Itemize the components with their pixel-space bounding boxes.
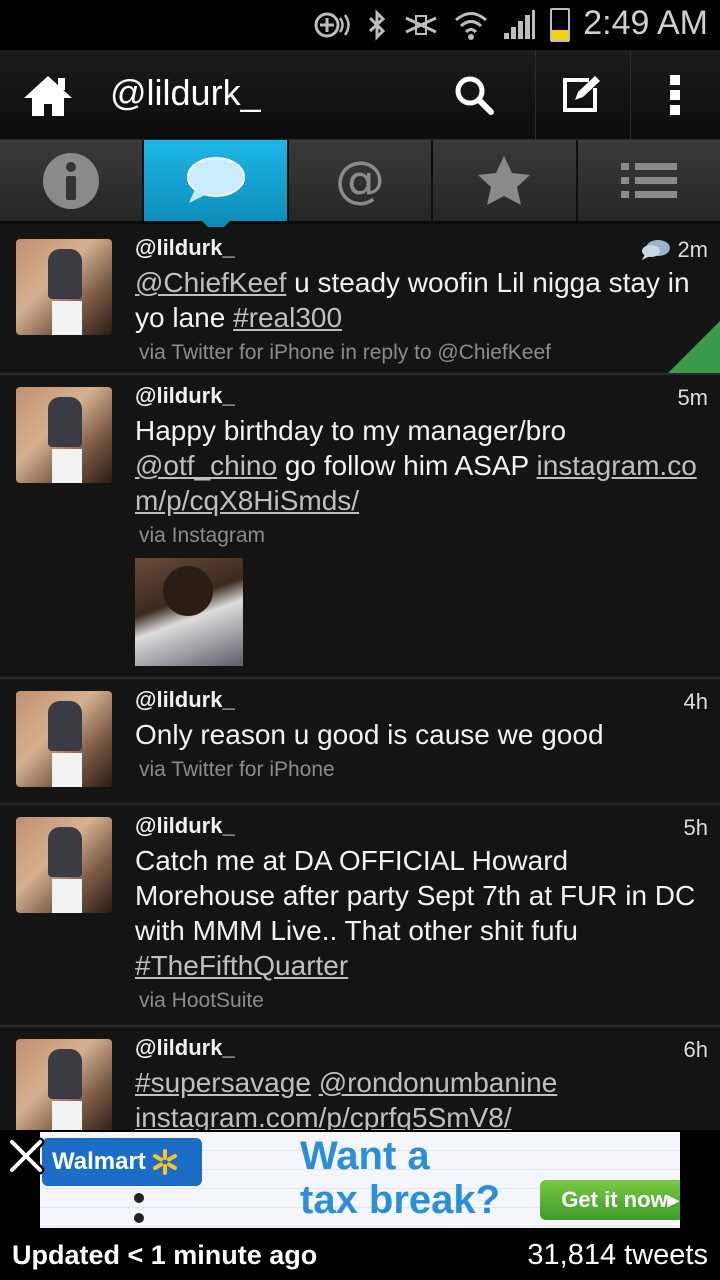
compose-icon xyxy=(562,76,600,112)
tweet-time: 5m xyxy=(677,385,708,411)
tweet-time: 2m xyxy=(641,237,708,263)
ad-headline-line: Want a xyxy=(300,1134,430,1178)
ad-banner[interactable]: Want a tax break? Get it now ▸ Walmart xyxy=(0,1130,720,1230)
tweet-source: via Twitter for iPhone in reply to @Chie… xyxy=(139,341,551,364)
ad-cta-button[interactable]: Get it now ▸ xyxy=(540,1180,680,1220)
tweet-source: via Instagram xyxy=(139,524,266,547)
chevron-right-icon: ▸ xyxy=(667,1187,679,1212)
svg-text:@: @ xyxy=(335,155,385,207)
last-updated-text: Updated < 1 minute ago xyxy=(12,1239,318,1270)
ad-close-button[interactable] xyxy=(6,1136,46,1176)
search-icon xyxy=(455,76,494,115)
info-icon xyxy=(43,152,100,209)
avatar[interactable] xyxy=(16,691,112,787)
tweet-item[interactable]: @lildurk_ 2m @ChiefKeef u steady woofin … xyxy=(0,227,720,375)
close-icon xyxy=(7,1137,45,1175)
tweet-time-text: 4h xyxy=(683,689,708,714)
tweet-handle[interactable]: @lildurk_ xyxy=(135,381,706,409)
mention-link[interactable]: @rondonumbanine xyxy=(319,1067,558,1098)
walmart-logo: Walmart xyxy=(42,1138,202,1186)
overflow-menu-button[interactable] xyxy=(630,50,718,140)
bluetooth-icon xyxy=(368,9,386,41)
home-button[interactable] xyxy=(22,74,74,118)
star-icon xyxy=(478,155,531,205)
list-icon xyxy=(620,162,677,198)
ad-cta-label: Get it now xyxy=(561,1187,668,1212)
tweet-time: 5h xyxy=(684,815,708,841)
spark-icon xyxy=(152,1149,177,1175)
speech-bubble-icon xyxy=(186,156,245,203)
overflow-menu-icon xyxy=(669,75,680,115)
tab-mentions[interactable]: @ xyxy=(289,140,434,221)
tweet-timeline[interactable]: @lildurk_ 2m @ChiefKeef u steady woofin … xyxy=(0,227,720,1130)
tweet-text: @ChiefKeef u steady woofin Lil nigga sta… xyxy=(135,265,706,335)
hashtag-link[interactable]: #TheFifthQuarter xyxy=(135,950,348,981)
action-bar: @lildurk_ xyxy=(0,50,720,140)
url-link[interactable]: instagram.com/p/cprfq5SmV8/ xyxy=(135,1102,512,1130)
tweet-text: Happy birthday to my manager/bro @otf_ch… xyxy=(135,413,706,518)
tweet-count: 31,814 tweets xyxy=(527,1238,708,1271)
tweet-source: via HootSuite xyxy=(139,989,264,1012)
status-icons xyxy=(312,8,570,42)
page-title: @lildurk_ xyxy=(110,72,261,113)
tweet-text-segment: go follow him ASAP xyxy=(277,450,537,481)
tweet-item[interactable]: @lildurk_ 4h Only reason u good is cause… xyxy=(0,679,720,805)
tweet-source: via Twitter for iPhone xyxy=(139,758,335,781)
tweet-text-segment: Catch me at DA OFFICIAL Howard Morehouse… xyxy=(135,845,696,946)
search-button[interactable] xyxy=(430,50,518,140)
tweet-handle[interactable]: @lildurk_ xyxy=(135,685,706,713)
home-icon xyxy=(24,76,72,116)
tweet-time-text: 5h xyxy=(683,815,708,840)
tweet-text-segment xyxy=(311,1067,319,1098)
tweet-handle[interactable]: @lildurk_ xyxy=(135,811,706,839)
tweet-time-text: 2m xyxy=(677,237,708,262)
tweet-item[interactable]: @lildurk_ 5h Catch me at DA OFFICIAL How… xyxy=(0,805,720,1027)
tweet-item[interactable]: @lildurk_ 6h #supersavage @rondonumbanin… xyxy=(0,1027,720,1130)
avatar[interactable] xyxy=(16,239,112,335)
tweet-text-segment: Happy birthday to my manager/bro xyxy=(135,415,567,446)
tab-lists[interactable] xyxy=(578,140,720,221)
notebook-holes xyxy=(130,1192,148,1226)
tweet-time-text: 6h xyxy=(683,1037,708,1062)
brand-name: Walmart xyxy=(52,1148,146,1175)
ad-headline: Want a tax break? xyxy=(300,1134,500,1222)
mute-icon xyxy=(405,15,437,35)
tweet-item[interactable]: @lildurk_ 5m Happy birthday to my manage… xyxy=(0,375,720,679)
reply-corner-indicator xyxy=(668,321,720,373)
tweet-time-text: 5m xyxy=(677,385,708,410)
hashtag-link[interactable]: #supersavage xyxy=(135,1067,311,1098)
hashtag-link[interactable]: #real300 xyxy=(233,302,342,333)
status-footer: Updated < 1 minute ago 31,814 tweets xyxy=(0,1230,720,1280)
tab-favorites[interactable] xyxy=(433,140,578,221)
avatar[interactable] xyxy=(16,387,112,483)
status-bar: 2:49 AM xyxy=(0,0,720,50)
mention-link[interactable]: @otf_chino xyxy=(135,450,277,481)
at-mention-icon: @ xyxy=(335,155,385,207)
tweet-handle[interactable]: @lildurk_ xyxy=(135,1033,706,1061)
signal-icon xyxy=(504,10,535,39)
avatar[interactable] xyxy=(16,1039,112,1130)
photo-thumbnail[interactable] xyxy=(135,558,243,666)
ad-headline-line: tax break? xyxy=(300,1178,501,1222)
battery-icon xyxy=(550,8,570,42)
compose-button[interactable] xyxy=(535,50,623,140)
nfc-icon xyxy=(314,12,350,38)
tab-profile-info[interactable] xyxy=(0,140,145,221)
tweet-time: 6h xyxy=(684,1037,708,1063)
tweet-time: 4h xyxy=(684,689,708,715)
clock: 2:49 AM xyxy=(583,4,708,42)
avatar[interactable] xyxy=(16,817,112,913)
tab-tweets[interactable] xyxy=(144,140,289,235)
tweet-text: Catch me at DA OFFICIAL Howard Morehouse… xyxy=(135,843,706,983)
conversation-icon xyxy=(642,240,671,260)
tweet-text: Only reason u good is cause we good xyxy=(135,719,604,750)
mention-link[interactable]: @ChiefKeef xyxy=(135,267,286,298)
tab-bar: @ xyxy=(0,140,720,235)
tweet-text: #supersavage @rondonumbanine instagram.c… xyxy=(135,1065,706,1130)
tweet-handle[interactable]: @lildurk_ xyxy=(135,233,706,261)
wifi-icon xyxy=(455,12,487,40)
